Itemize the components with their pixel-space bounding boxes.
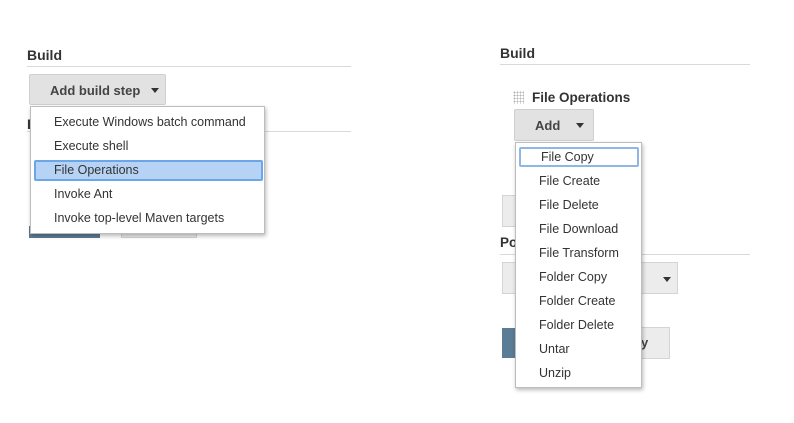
drag-grip-icon[interactable] — [513, 91, 524, 104]
file-operations-dropdown-menu: File Copy File Create File Delete File D… — [515, 142, 642, 388]
menu-item-file-transform[interactable]: File Transform — [516, 242, 641, 264]
menu-item-file-copy[interactable]: File Copy — [519, 147, 639, 167]
menu-item-folder-create[interactable]: Folder Create — [516, 290, 641, 312]
menu-item-invoke-ant[interactable]: Invoke Ant — [31, 183, 264, 205]
menu-item-file-create[interactable]: File Create — [516, 170, 641, 192]
left-build-section-title: Build — [27, 47, 62, 63]
menu-item-file-download[interactable]: File Download — [516, 218, 641, 240]
menu-item-invoke-maven-targets[interactable]: Invoke top-level Maven targets — [31, 207, 264, 229]
occluded-apply-label: y — [641, 335, 649, 350]
menu-item-execute-shell[interactable]: Execute shell — [31, 135, 264, 157]
menu-item-untar[interactable]: Untar — [516, 338, 641, 360]
left-section-divider — [27, 66, 351, 67]
menu-item-unzip[interactable]: Unzip — [516, 362, 641, 384]
occluded-save-button[interactable] — [502, 328, 516, 358]
right-build-section-title: Build — [500, 45, 535, 61]
occluded-apply-button[interactable]: y — [640, 327, 670, 359]
file-operations-step-title: File Operations — [532, 90, 631, 105]
caret-down-icon — [663, 277, 671, 282]
add-label: Add — [535, 118, 561, 133]
add-file-operation-button[interactable]: Add — [514, 109, 594, 141]
occluded-step-button[interactable] — [502, 195, 516, 227]
menu-item-folder-copy[interactable]: Folder Copy — [516, 266, 641, 288]
caret-down-icon — [151, 88, 159, 93]
menu-item-folder-delete[interactable]: Folder Delete — [516, 314, 641, 336]
menu-item-execute-windows-batch[interactable]: Execute Windows batch command — [31, 111, 264, 133]
add-build-step-label: Add build step — [50, 83, 141, 98]
menu-item-file-delete[interactable]: File Delete — [516, 194, 641, 216]
menu-item-file-operations[interactable]: File Operations — [34, 160, 263, 181]
caret-down-icon — [576, 123, 584, 128]
right-section-divider — [500, 64, 750, 65]
add-build-step-button[interactable]: Add build step — [29, 74, 166, 105]
build-step-dropdown-menu: Execute Windows batch command Execute sh… — [30, 106, 265, 234]
